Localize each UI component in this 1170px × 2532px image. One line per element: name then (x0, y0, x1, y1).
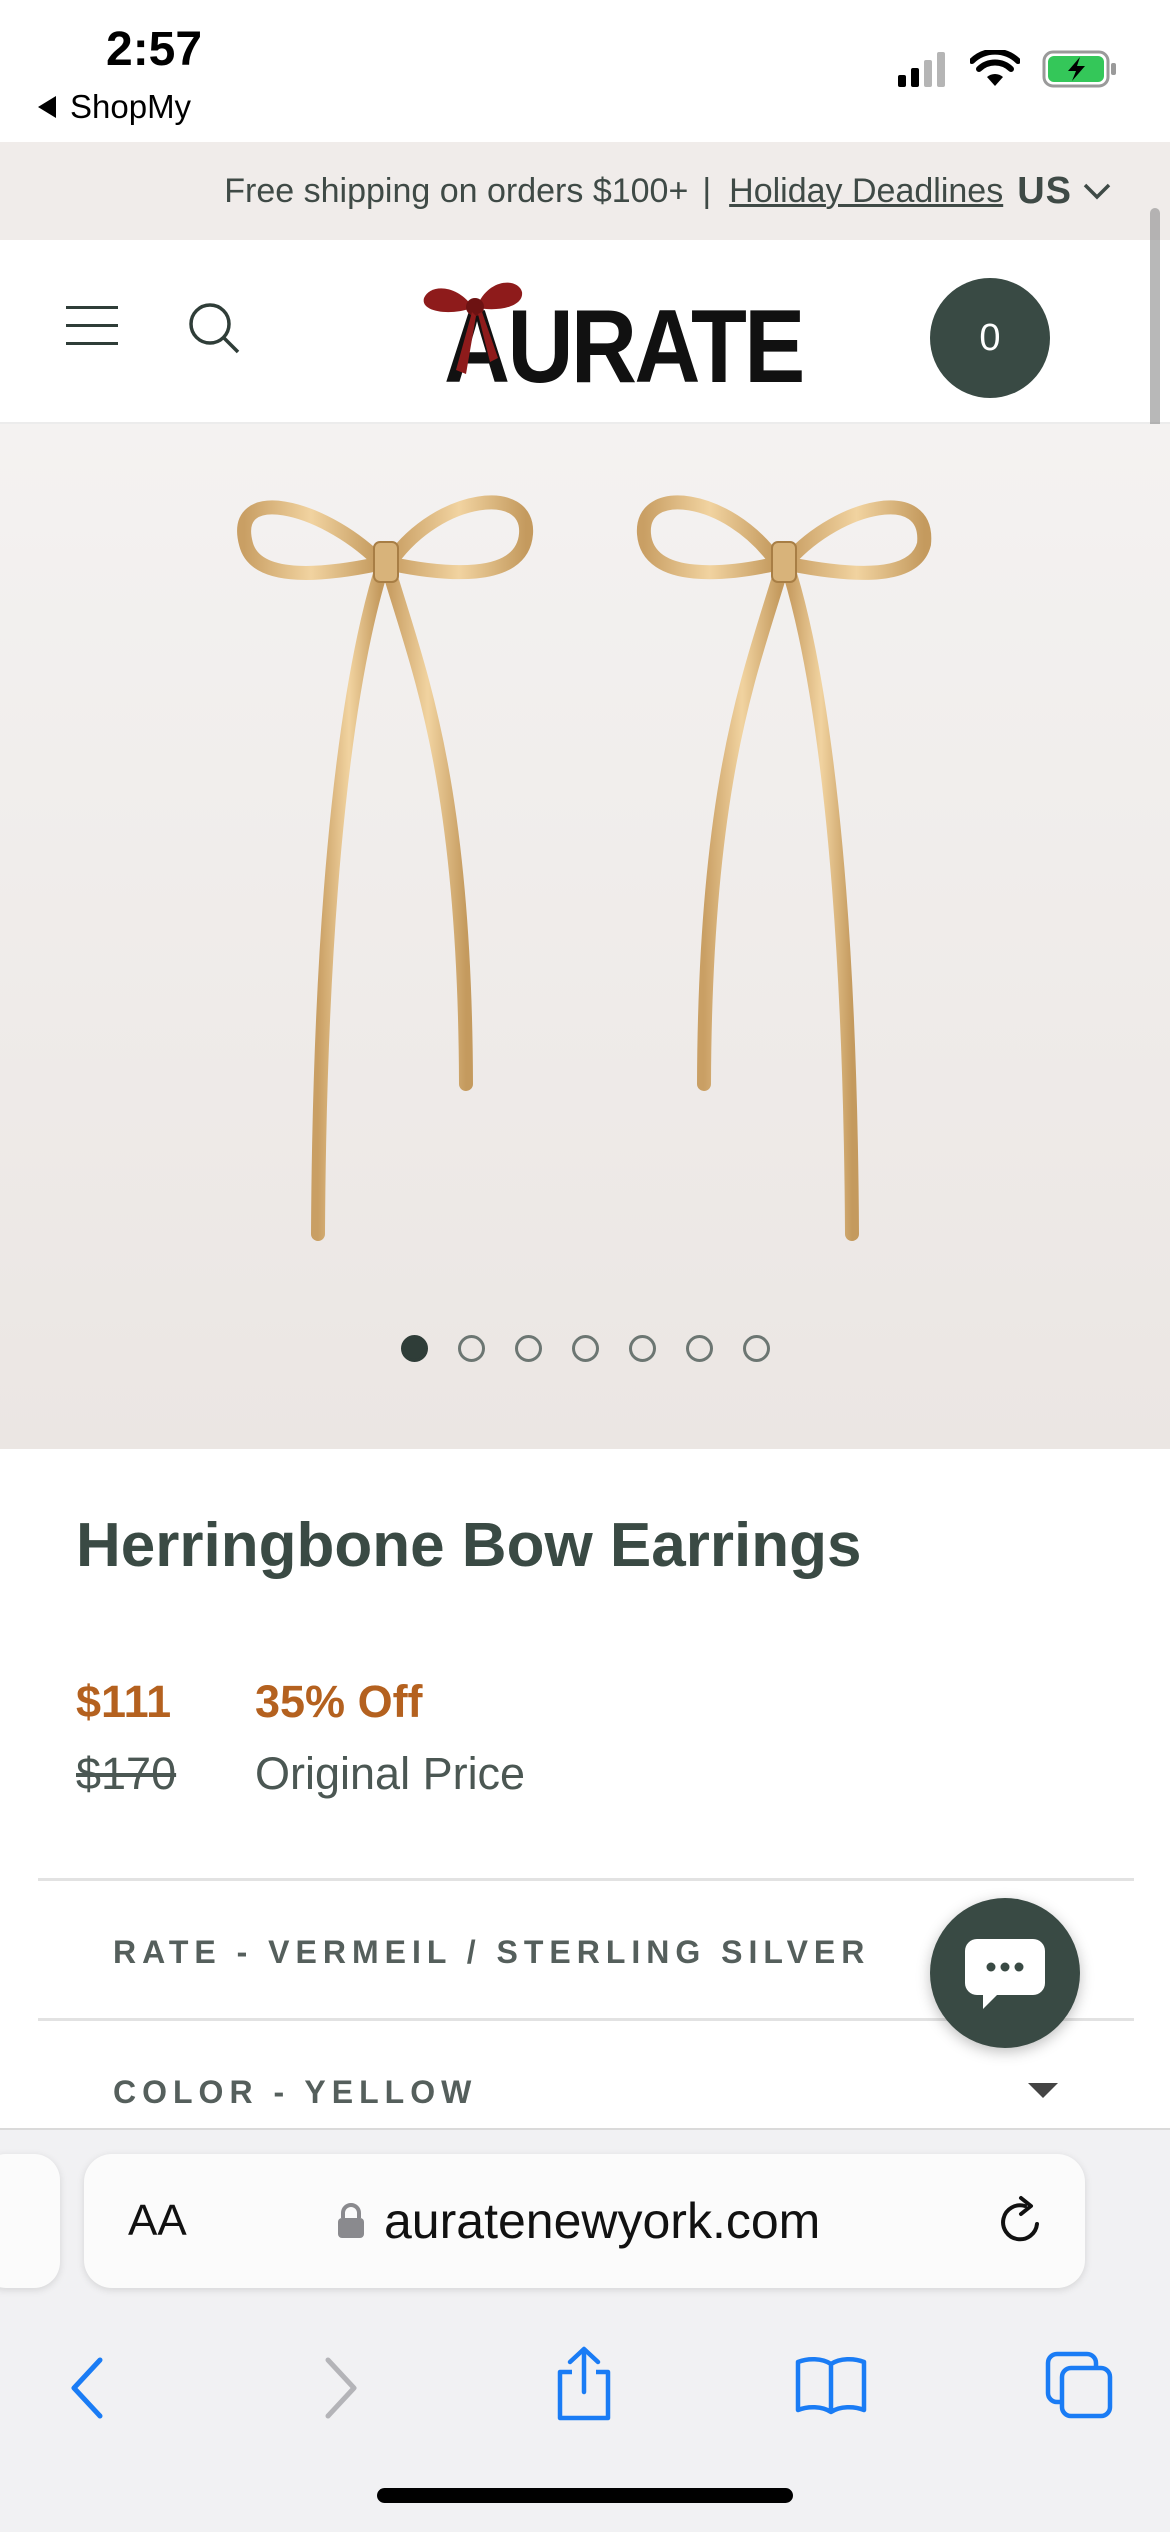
reload-icon[interactable] (995, 2194, 1047, 2248)
tabs-icon[interactable] (1044, 2350, 1114, 2420)
search-icon[interactable] (186, 300, 242, 356)
caret-down-icon[interactable] (1028, 2083, 1058, 2098)
book-icon[interactable] (794, 2354, 868, 2416)
text-size-label: AA (128, 2196, 187, 2245)
region-selector[interactable]: US (1017, 170, 1072, 213)
back-to-app-link[interactable]: ShopMy (38, 88, 191, 126)
gallery-dot-1[interactable] (400, 1335, 428, 1362)
chat-button[interactable] (930, 1898, 1080, 2048)
cellular-signal-icon (898, 52, 945, 87)
gallery-dot-7[interactable] (742, 1335, 770, 1362)
share-icon[interactable] (552, 2346, 616, 2422)
previous-tab-preview[interactable] (0, 2154, 60, 2288)
gallery-dot-6[interactable] (685, 1335, 713, 1362)
battery-charging-icon (1042, 50, 1116, 88)
chevron-right-icon[interactable] (320, 2356, 360, 2420)
chevron-left-icon[interactable] (68, 2356, 108, 2420)
promo-banner: Free shipping on orders $100+ | Holiday … (0, 142, 1170, 240)
cart-button[interactable]: 0 (930, 278, 1050, 398)
gallery-dot-4[interactable] (571, 1335, 599, 1362)
gallery-dot-2[interactable] (457, 1335, 485, 1362)
rate-option-selector[interactable]: RATE - VERMEIL / STERLING SILVER (113, 1934, 870, 1971)
wifi-icon (970, 50, 1020, 86)
back-triangle-icon (38, 96, 56, 118)
lock-icon (338, 2203, 364, 2238)
status-icons (896, 50, 1118, 88)
product-image-gallery[interactable] (0, 424, 1170, 1449)
clock: 2:57 (106, 23, 203, 76)
url-text: auratenewyork.com (384, 2193, 821, 2249)
divider (38, 1878, 1134, 1881)
gallery-dot-5[interactable] (628, 1335, 656, 1362)
address-bar[interactable]: AA auratenewyork.com (84, 2154, 1085, 2288)
holiday-deadlines-link[interactable]: Holiday Deadlines (729, 172, 1003, 211)
original-price: $170 (76, 1748, 177, 1799)
gallery-pagination (0, 1335, 1170, 1362)
hamburger-menu-icon[interactable] (66, 306, 118, 346)
home-indicator[interactable] (377, 2488, 793, 2503)
browser-toolbar (0, 2324, 1170, 2464)
red-bow-logo-icon (423, 282, 523, 374)
gallery-dot-3[interactable] (514, 1335, 542, 1362)
back-app-label: ShopMy (70, 88, 192, 125)
original-price-label: Original Price (255, 1748, 526, 1799)
status-bar: 2:57 ShopMy (0, 0, 1170, 142)
aurate-logo[interactable]: AURATE (420, 270, 805, 405)
site-header: AURATE 0 (0, 240, 1170, 424)
text-size-button[interactable]: AA (128, 2196, 187, 2246)
product-title: Herringbone Bow Earrings (76, 1511, 862, 1580)
product-image (237, 495, 932, 1241)
promo-separator: | (702, 171, 712, 210)
chevron-down-icon[interactable] (1082, 181, 1112, 201)
discount-label: 35% Off (255, 1676, 423, 1727)
browser-bottom-bar: AA auratenewyork.com (0, 2128, 1170, 2532)
color-option-selector[interactable]: COLOR - YELLOW (113, 2074, 477, 2111)
promo-text: Free shipping on orders $100+ (224, 171, 689, 210)
sale-price: $111 (76, 1676, 172, 1727)
chat-bubble-icon (965, 1939, 1045, 2009)
